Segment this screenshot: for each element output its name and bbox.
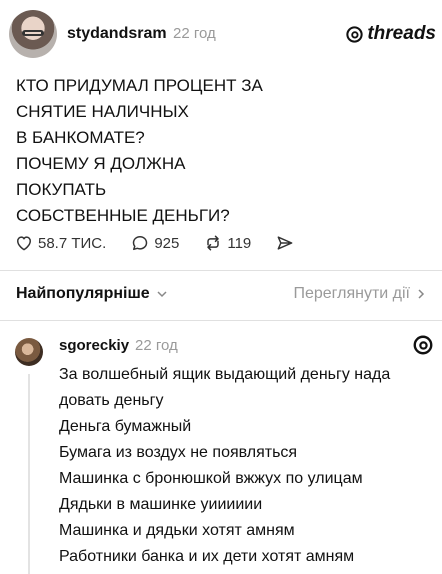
text-line: довать деньгу xyxy=(59,392,164,409)
divider xyxy=(0,270,442,271)
text-line: Работники банка и их дети хотят амням xyxy=(59,548,355,565)
post-body: КТО ПРИДУМАЛ ПРОЦЕНТ ЗА СНЯТИЕ НАЛИЧНЫХ В … xyxy=(16,73,426,229)
post-author[interactable]: stydandsram xyxy=(67,25,167,43)
avatar[interactable] xyxy=(9,10,57,58)
sort-bar: Найпопулярніше Переглянути дії xyxy=(16,285,426,303)
chevron-right-icon xyxy=(418,289,425,299)
repost-icon xyxy=(207,235,220,251)
view-activity-link[interactable]: Переглянути дії xyxy=(293,285,426,303)
send-icon xyxy=(277,236,293,250)
text-line: В БАНКОМАТЕ? xyxy=(16,128,145,147)
reply-timestamp: 22 год xyxy=(135,337,178,354)
comment-icon xyxy=(133,236,148,251)
text-line: Машинка с бронюшкой вжжух по улицам xyxy=(59,470,363,487)
text-line: КТО ПРИДУМАЛ ПРОЦЕНТ ЗА xyxy=(16,76,263,95)
text-line: За волшебный ящик выдающий деньгу нада xyxy=(59,366,391,383)
sort-dropdown[interactable]: Найпопулярніше xyxy=(16,285,168,303)
reply-body: За волшебный ящик выдающий деньгу нада до… xyxy=(59,362,429,570)
chevron-down-icon xyxy=(157,291,167,298)
sort-label: Найпопулярніше xyxy=(16,285,150,302)
view-activity-label: Переглянути дії xyxy=(293,285,410,302)
text-line: СНЯТИЕ НАЛИЧНЫХ xyxy=(16,102,189,121)
like-button[interactable]: 58.7 ТИС. xyxy=(14,233,106,253)
heart-icon xyxy=(17,236,31,251)
threads-icon xyxy=(413,335,433,355)
text-line: Машинка и дядьки хотят амням xyxy=(59,522,295,539)
text-line: ПОКУПАТЬ xyxy=(16,180,107,199)
repost-button[interactable]: 119 xyxy=(203,233,251,253)
brand-name: threads xyxy=(367,23,436,44)
share-button[interactable] xyxy=(275,233,295,253)
text-line: Деньга бумажный xyxy=(59,418,192,435)
thread-line xyxy=(28,374,30,574)
text-line: СОБСТВЕННЫЕ ДЕНЬГИ? xyxy=(16,206,230,225)
reply-author[interactable]: sgoreckiy xyxy=(59,337,129,354)
comment-count: 925 xyxy=(154,234,180,252)
divider xyxy=(0,320,442,321)
repost-count: 119 xyxy=(227,234,252,252)
comment-button[interactable]: 925 xyxy=(130,233,179,253)
post-actions: 58.7 ТИС. 925 119 xyxy=(14,232,319,254)
threads-logo: threads xyxy=(345,23,436,45)
avatar[interactable] xyxy=(15,338,43,366)
post-timestamp: 22 год xyxy=(173,25,216,42)
text-line: ПОЧЕМУ Я ДОЛЖНА xyxy=(16,154,186,173)
text-line: Дядьки в машинке уииииии xyxy=(59,496,263,513)
text-line: Бумага из воздух не появляться xyxy=(59,444,298,461)
threads-icon xyxy=(346,25,364,43)
like-count: 58.7 ТИС. xyxy=(38,234,107,252)
